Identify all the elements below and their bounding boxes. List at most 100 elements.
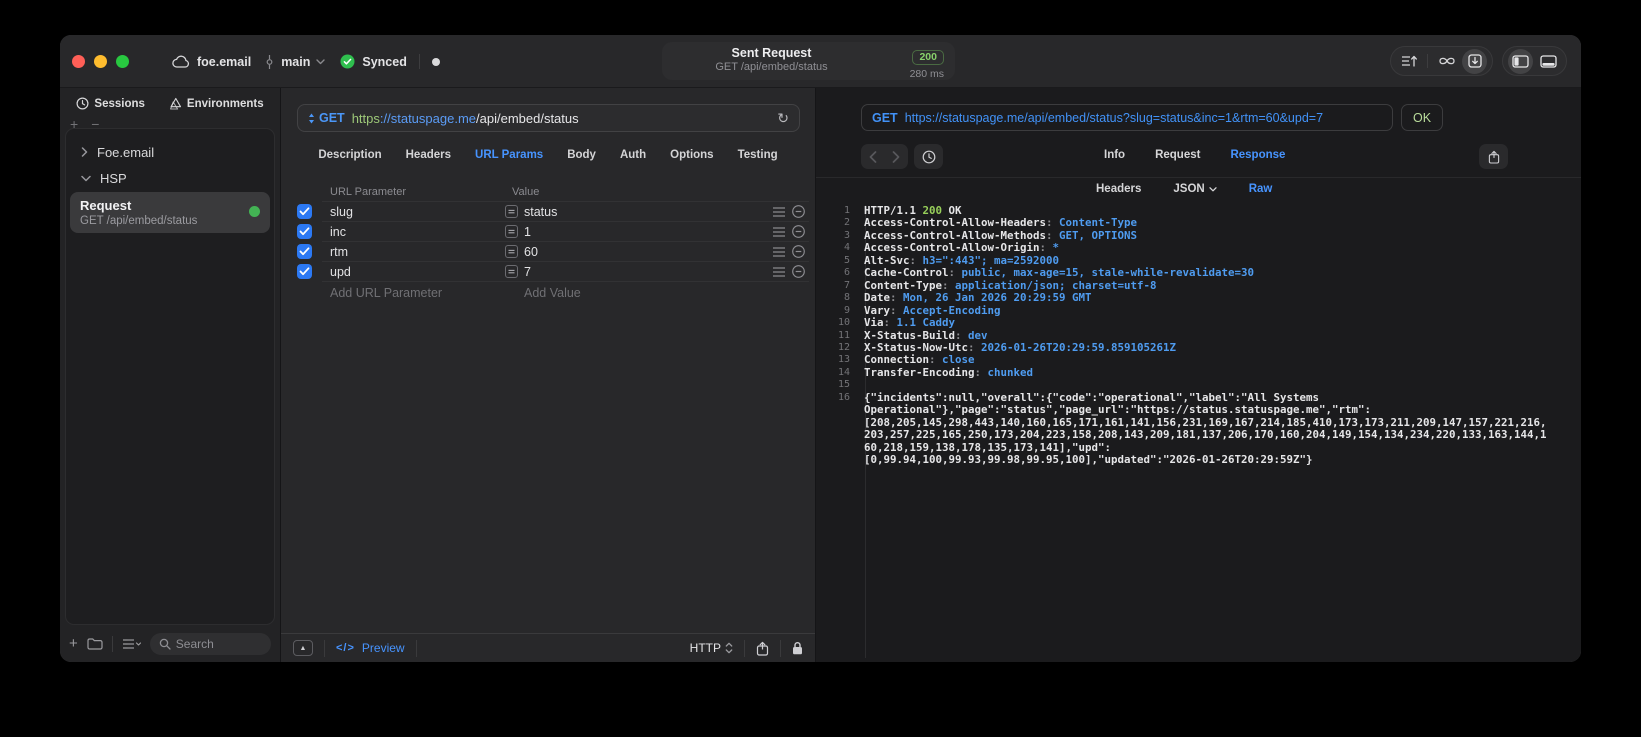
import-to-box-icon[interactable] (1462, 48, 1487, 74)
add-request-button[interactable]: + (69, 636, 78, 651)
request-tab[interactable]: Headers (406, 149, 451, 161)
param-value[interactable]: 7 (524, 265, 531, 279)
protocol-stepper-icon[interactable] (725, 642, 733, 654)
zoom-button[interactable] (116, 55, 129, 68)
param-value[interactable]: 60 (524, 245, 538, 259)
remove-param-icon[interactable] (792, 245, 805, 258)
url-path[interactable]: /api/embed/status (476, 111, 579, 126)
lock-icon[interactable] (792, 641, 803, 655)
collapse-panel-button[interactable]: ▲ (293, 640, 313, 656)
unsaved-dot (431, 57, 440, 66)
history-clock-button[interactable] (914, 144, 943, 169)
workspace-name[interactable]: foe.email (197, 55, 251, 69)
branch-name[interactable]: main (281, 55, 310, 69)
request-panel: GET https://statuspage.me/api/embed/stat… (281, 88, 815, 662)
params-table: slug status inc 1 rtm 60 upd 7 (281, 202, 815, 282)
url-scheme[interactable]: https (352, 111, 380, 126)
request-url-bar[interactable]: GET https://statuspage.me/api/embed/stat… (297, 104, 800, 132)
param-key[interactable]: slug (330, 205, 353, 219)
new-folder-icon[interactable] (87, 637, 103, 650)
request-tab[interactable]: URL Params (475, 149, 543, 161)
request-item-subtitle: GET /api/embed/status (80, 215, 198, 227)
param-key[interactable]: upd (330, 265, 351, 279)
back-icon[interactable] (869, 150, 877, 163)
param-key[interactable]: inc (330, 225, 346, 239)
tree-group-hsp[interactable]: HSP (66, 165, 274, 191)
code-icon: </> (336, 642, 355, 654)
request-tab[interactable]: Body (567, 149, 596, 161)
request-duration: 280 ms (909, 68, 944, 80)
request-list-item[interactable]: Request GET /api/embed/status (70, 192, 270, 233)
search-input[interactable]: Search (149, 632, 271, 655)
protocol-select[interactable]: HTTP (690, 641, 721, 655)
tab-request[interactable]: Request (1155, 149, 1200, 161)
list-options-icon[interactable] (122, 638, 141, 650)
remove-param-icon[interactable] (792, 265, 805, 278)
subtab-json[interactable]: JSON (1173, 183, 1217, 195)
request-tab[interactable]: Options (670, 149, 713, 161)
subtab-raw[interactable]: Raw (1249, 183, 1273, 195)
param-checkbox[interactable] (297, 224, 312, 239)
param-key[interactable]: rtm (330, 245, 348, 259)
add-url-parameter[interactable]: Add URL Parameter (330, 286, 442, 300)
response-url[interactable]: GET https://statuspage.me/api/embed/stat… (861, 104, 1393, 131)
sort-export-icon[interactable] (1396, 49, 1421, 74)
footer-separator (744, 639, 745, 657)
response-method: GET (872, 110, 898, 125)
chevron-down-icon[interactable] (316, 58, 326, 65)
subtab-headers[interactable]: Headers (1096, 183, 1141, 195)
left-sidebar-toggle-icon[interactable] (1508, 48, 1533, 74)
equals-icon (505, 245, 518, 258)
tab-sessions-label: Sessions (94, 97, 145, 110)
toolbar-separator (1427, 54, 1428, 68)
param-checkbox[interactable] (297, 264, 312, 279)
export-response-button[interactable] (1479, 144, 1508, 169)
toolbar-group-actions (1390, 46, 1493, 76)
share-icon[interactable] (756, 641, 769, 656)
param-options-icon[interactable] (773, 247, 785, 257)
tree-group-foe-email[interactable]: Foe.email (66, 139, 274, 165)
tab-environments[interactable]: Environments (169, 97, 264, 110)
method-stepper-icon[interactable] (308, 113, 315, 124)
remove-param-icon[interactable] (792, 225, 805, 238)
url-host[interactable]: ://statuspage.me (380, 111, 476, 126)
param-checkbox[interactable] (297, 204, 312, 219)
request-tab[interactable]: Testing (738, 149, 778, 161)
param-value[interactable]: 1 (524, 225, 531, 239)
tab-response[interactable]: Response (1230, 149, 1285, 161)
bottom-panel-toggle-icon[interactable] (1536, 49, 1561, 74)
forward-icon[interactable] (892, 150, 900, 163)
response-status-text: OK (1413, 110, 1432, 125)
param-options-icon[interactable] (773, 207, 785, 217)
tab-info[interactable]: Info (1104, 149, 1125, 161)
chevron-down-icon (1209, 186, 1217, 191)
sync-status: Synced (362, 54, 407, 69)
resend-icon[interactable]: ↻ (777, 110, 789, 127)
sync-loop-icon[interactable] (1434, 49, 1459, 74)
param-checkbox[interactable] (297, 244, 312, 259)
equals-icon (505, 205, 518, 218)
request-tabs: Description Headers URL Params Body Auth Opti… (281, 149, 815, 161)
request-tab[interactable]: Auth (620, 149, 646, 161)
tab-sessions[interactable]: Sessions (76, 97, 145, 110)
response-body[interactable]: 1 HTTP/1.1 200 OK 2 Access-Control-Allow-He… (816, 205, 1577, 658)
param-options-icon[interactable] (773, 227, 785, 237)
preview-button[interactable]: Preview (362, 641, 405, 655)
footer-separator (780, 639, 781, 657)
response-full-url: https://statuspage.me/api/embed/status?s… (904, 110, 1324, 125)
param-value[interactable]: status (524, 205, 557, 219)
footer-separator (415, 639, 417, 657)
request-method[interactable]: GET (319, 111, 345, 125)
param-options-icon[interactable] (773, 267, 785, 277)
remove-param-icon[interactable] (792, 205, 805, 218)
minimize-button[interactable] (94, 55, 107, 68)
tab-environments-label: Environments (186, 97, 264, 110)
app-window: foe.email main Synced Sent Request GET /… (60, 35, 1581, 662)
sent-request-pill[interactable]: Sent Request GET /api/embed/status 200 2… (662, 42, 955, 80)
footer-separator (111, 635, 113, 652)
branch-icon (265, 54, 274, 69)
add-value[interactable]: Add Value (524, 286, 581, 300)
search-placeholder: Search (175, 636, 214, 651)
request-tab[interactable]: Description (318, 149, 381, 161)
close-button[interactable] (72, 55, 85, 68)
